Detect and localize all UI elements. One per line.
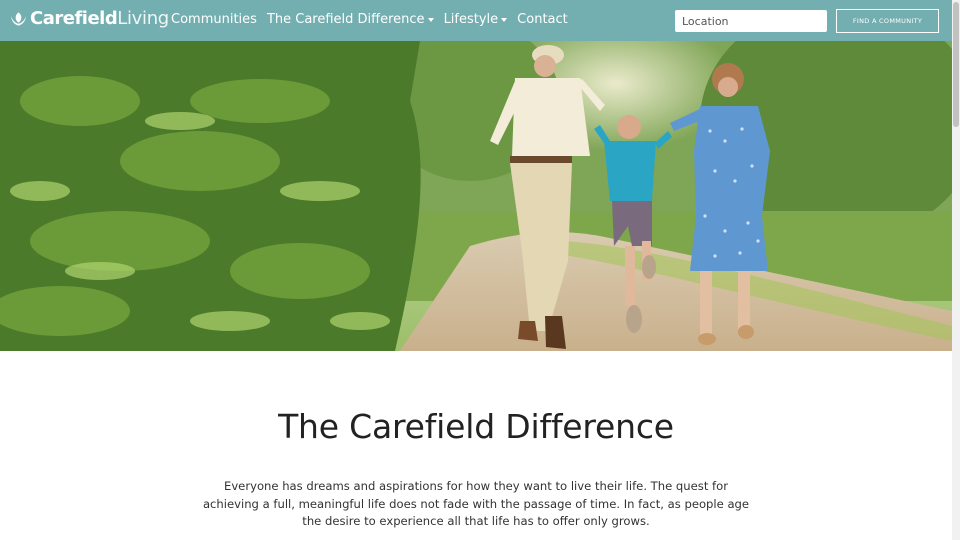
top-navbar: Carefield Living Communities The Carefiel… bbox=[0, 0, 952, 41]
find-community-button[interactable]: FIND A COMMUNITY bbox=[836, 9, 939, 33]
nav-lifestyle[interactable]: Lifestyle bbox=[444, 12, 508, 27]
hero-image bbox=[0, 41, 952, 351]
location-input[interactable] bbox=[675, 10, 827, 32]
nav-label: Contact bbox=[517, 12, 568, 27]
leaf-logo-icon bbox=[10, 11, 27, 26]
caret-down-icon bbox=[501, 18, 508, 22]
caret-down-icon bbox=[427, 18, 434, 22]
nav-contact[interactable]: Contact bbox=[517, 12, 568, 27]
intro-paragraph: Everyone has dreams and aspirations for … bbox=[202, 479, 750, 528]
page-title: The Carefield Difference bbox=[278, 407, 674, 446]
main-content: The Carefield Difference Everyone has dr… bbox=[0, 351, 952, 540]
brand-name-light: Living bbox=[117, 8, 169, 29]
nav-label: The Carefield Difference bbox=[266, 12, 425, 27]
nav-label: Communities bbox=[171, 12, 257, 27]
main-nav: Communities The Carefield Difference Lif… bbox=[171, 12, 578, 27]
brand-logo[interactable]: Carefield Living bbox=[9, 8, 169, 29]
nav-label: Lifestyle bbox=[443, 12, 499, 27]
hero-photo bbox=[0, 41, 952, 351]
nav-communities[interactable]: Communities bbox=[171, 12, 257, 27]
nav-carefield-difference[interactable]: The Carefield Difference bbox=[267, 12, 434, 27]
page-scrollbar[interactable] bbox=[952, 0, 960, 540]
brand-name-strong: Carefield bbox=[30, 8, 118, 29]
scrollbar-thumb[interactable] bbox=[953, 2, 959, 127]
